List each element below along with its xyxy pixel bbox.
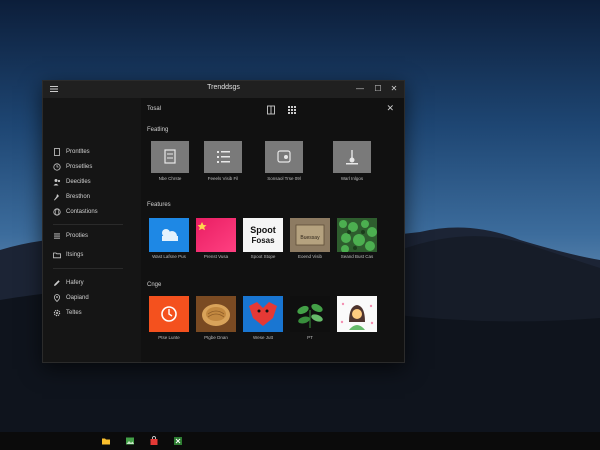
- columns-view-icon[interactable]: [266, 105, 276, 115]
- tile-caption: Eoend Visib: [298, 254, 322, 259]
- sidebar-item-label: Prontltes: [66, 149, 90, 155]
- tile-image: [196, 218, 236, 252]
- tile-caption: Prenst Vusa: [203, 254, 229, 259]
- sidebar-divider: [53, 268, 123, 269]
- sidebar-item-label: Deecitles: [66, 179, 91, 185]
- sidebar-item-label: Bresthon: [66, 194, 91, 200]
- sidebar-item-prooties[interactable]: Prooties: [53, 230, 88, 242]
- tile-image: [333, 141, 371, 173]
- sidebar-item-bresthon[interactable]: Bresthon: [53, 191, 90, 203]
- tile-caption: Wast Lafsne Pus: [152, 254, 186, 259]
- sidebar: Prontltes Prosetlies Deecitles Bresthon …: [43, 98, 141, 362]
- tile-image: [337, 296, 377, 332]
- store-icon[interactable]: [149, 436, 159, 446]
- bookmark-icon: [54, 148, 60, 156]
- sidebar-item-label: Prosetlies: [66, 164, 93, 170]
- tile-image: [337, 218, 377, 252]
- sidebar-divider: [53, 224, 123, 225]
- tile-image: [243, 296, 283, 332]
- tile-image: [149, 296, 189, 332]
- sidebar-item-teltes[interactable]: Teltes: [53, 307, 82, 319]
- sidebar-item-label: Itsings: [66, 252, 84, 258]
- minimize-button[interactable]: —: [355, 84, 365, 94]
- photos-icon[interactable]: [125, 436, 135, 446]
- globe-icon: [53, 208, 61, 216]
- folder-icon: [53, 252, 61, 259]
- window-title: Trenddsgs: [207, 84, 240, 91]
- pin-icon: [54, 194, 59, 201]
- sidebar-item-prosetlies[interactable]: Prosetlies: [53, 161, 92, 173]
- sidebar-item-deecitles[interactable]: Deecitles: [53, 176, 91, 188]
- tile-image: Buessay: [290, 218, 330, 252]
- tile-image: [265, 141, 303, 173]
- tile-caption: Warl Inlgos: [340, 176, 364, 181]
- tile-caption: Wese Jutt: [253, 335, 273, 340]
- tile-caption: Sonsaol Trse 09l: [267, 176, 301, 181]
- tile-art-text-3: Buessay: [300, 235, 320, 241]
- list-icon: [54, 233, 60, 239]
- section-cnge-label: Cnge: [147, 282, 162, 288]
- tile-image: [149, 218, 189, 252]
- sidebar-item-label: Oapiand: [66, 295, 89, 301]
- section-features-label: Features: [147, 202, 171, 208]
- close-panel-button[interactable]: ✕: [386, 103, 394, 114]
- sidebar-item-label: Hafery: [66, 280, 84, 286]
- sidebar-item-oapiand[interactable]: Oapiand: [53, 292, 89, 304]
- tile-image: [151, 141, 189, 173]
- sidebar-item-label: Contastions: [66, 209, 98, 215]
- tile-image: [196, 296, 236, 332]
- close-window-button[interactable]: ✕: [389, 84, 399, 94]
- tile-caption: Nbe Chrste: [158, 176, 182, 181]
- tile-caption: Spoot Stope: [250, 254, 276, 259]
- tile-art-text-1: Spoot: [250, 225, 276, 235]
- tile-image: SpootFosas: [243, 218, 283, 252]
- tile-image: [290, 296, 330, 332]
- sidebar-item-itsings[interactable]: Itsings: [53, 249, 83, 261]
- pen-icon: [54, 280, 60, 286]
- location-icon: [54, 294, 60, 302]
- sidebar-item-prontltes[interactable]: Prontltes: [53, 146, 90, 158]
- tile-caption: Feeels Visib Fil: [207, 176, 239, 181]
- tile-caption: Seand Bust Cas: [340, 254, 374, 259]
- content-title: Tosal: [147, 106, 162, 112]
- file-explorer-icon[interactable]: [101, 436, 111, 446]
- app-window: Trenddsgs — ☐ ✕ Prontltes Prosetlies Dee…: [42, 80, 405, 363]
- sidebar-item-label: Prooties: [66, 233, 89, 239]
- main-content: Tosal ✕ Featling Nbe Chrste Feeels Visib…: [141, 98, 404, 362]
- sidebar-item-contastions[interactable]: Contastions: [53, 206, 98, 218]
- clock-icon: [53, 163, 61, 171]
- tile-caption: PT: [307, 335, 313, 340]
- tile-caption: Ptgbe Dnan: [204, 335, 228, 340]
- tile-image: [204, 141, 242, 173]
- title-bar[interactable]: Trenddsgs — ☐ ✕: [43, 81, 404, 98]
- section-featling-label: Featling: [147, 127, 169, 133]
- sidebar-item-hafery[interactable]: Hafery: [53, 277, 84, 289]
- people-icon: [53, 179, 61, 186]
- settings-icon: [53, 309, 61, 317]
- tile-caption: Ptse Lunte: [158, 335, 180, 340]
- sidebar-item-label: Teltes: [66, 310, 82, 316]
- grid-view-icon[interactable]: [287, 105, 297, 115]
- maximize-button[interactable]: ☐: [373, 84, 383, 94]
- excel-icon[interactable]: [173, 436, 183, 446]
- taskbar: [0, 432, 600, 450]
- tile-art-text-2: Fosas: [251, 236, 275, 245]
